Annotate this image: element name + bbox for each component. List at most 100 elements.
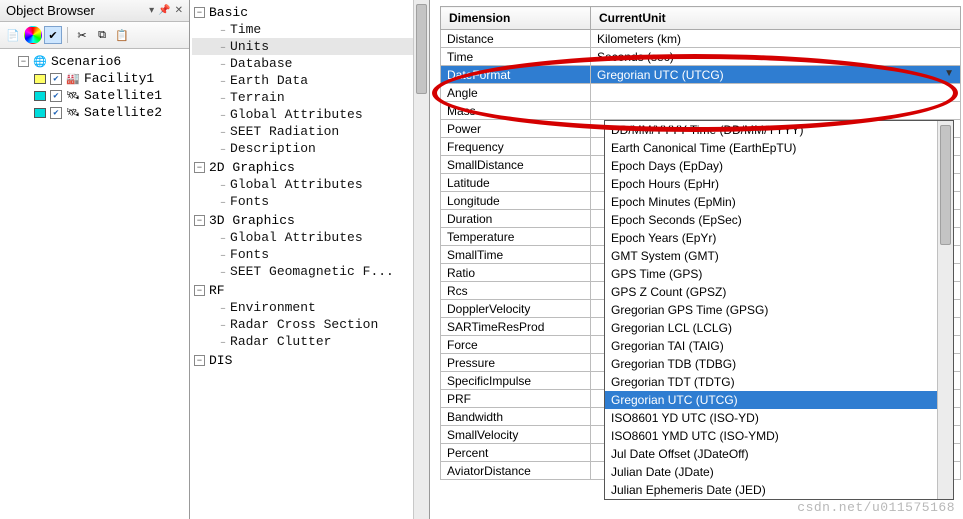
dropdown-option[interactable]: DD/MM/YYYY Time (DD/MM/YYYY) xyxy=(605,121,953,139)
close-icon[interactable]: ✕ xyxy=(175,5,183,16)
dimension-cell: Force xyxy=(441,336,591,354)
paste-icon[interactable]: 📋 xyxy=(113,26,131,44)
dropdown-option[interactable]: Julian LCL (LCLJ) xyxy=(605,499,953,500)
dimension-cell: DateFormat xyxy=(441,66,591,84)
dimension-cell: Distance xyxy=(441,30,591,48)
property-item[interactable]: –Fonts xyxy=(192,246,427,263)
property-group-label: Basic xyxy=(209,5,248,20)
copy-icon[interactable]: ⧉ xyxy=(93,26,111,44)
dropdown-scrollbar[interactable] xyxy=(937,121,953,499)
dropdown-option[interactable]: Epoch Hours (EpHr) xyxy=(605,175,953,193)
color-icon[interactable] xyxy=(24,26,42,44)
tree-item-label: Facility1 xyxy=(84,71,154,86)
unit-cell[interactable]: Kilometers (km) xyxy=(591,30,961,48)
expander-icon[interactable]: − xyxy=(194,215,205,226)
pin-icon[interactable]: 📌 xyxy=(158,5,170,16)
property-item[interactable]: –SEET Geomagnetic F... xyxy=(192,263,427,280)
property-item[interactable]: –Global Attributes xyxy=(192,106,427,123)
dateformat-dropdown[interactable]: DD/MM/YYYY Time (DD/MM/YYYY)Earth Canoni… xyxy=(604,120,954,500)
table-row[interactable]: DateFormatGregorian UTC (UTCG)▼ xyxy=(441,66,961,84)
dimension-cell: DopplerVelocity xyxy=(441,300,591,318)
dropdown-option[interactable]: ISO8601 YMD UTC (ISO-YMD) xyxy=(605,427,953,445)
property-item[interactable]: –Global Attributes xyxy=(192,176,427,193)
expander-icon[interactable]: − xyxy=(194,162,205,173)
property-group-header[interactable]: −3D Graphics xyxy=(192,212,427,229)
dropdown-option[interactable]: Gregorian TDB (TDBG) xyxy=(605,355,953,373)
dropdown-option[interactable]: Julian Ephemeris Date (JED) xyxy=(605,481,953,499)
property-item[interactable]: –Earth Data xyxy=(192,72,427,89)
tree-item-label: Satellite2 xyxy=(84,105,162,120)
panel-title: Object Browser xyxy=(6,3,95,18)
color-swatch xyxy=(34,91,46,101)
property-group-header[interactable]: −DIS xyxy=(192,352,427,369)
property-item[interactable]: –Global Attributes xyxy=(192,229,427,246)
unit-cell[interactable]: Gregorian UTC (UTCG)▼ xyxy=(591,66,961,84)
column-header-currentunit[interactable]: CurrentUnit xyxy=(591,7,961,30)
dropdown-option[interactable]: ISO8601 YD UTC (ISO-YD) xyxy=(605,409,953,427)
property-item[interactable]: –Radar Clutter xyxy=(192,333,427,350)
property-item[interactable]: –Description xyxy=(192,140,427,157)
cut-icon[interactable]: ✂ xyxy=(73,26,91,44)
dropdown-option[interactable]: Gregorian TAI (TAIG) xyxy=(605,337,953,355)
property-item[interactable]: –Database xyxy=(192,55,427,72)
dropdown-option[interactable]: Gregorian UTC (UTCG) xyxy=(605,391,953,409)
dimension-cell: Percent xyxy=(441,444,591,462)
property-group-header[interactable]: −2D Graphics xyxy=(192,159,427,176)
property-item[interactable]: –Fonts xyxy=(192,193,427,210)
property-item[interactable]: –Environment xyxy=(192,299,427,316)
object-icon: 🏭 xyxy=(66,72,80,86)
dropdown-option[interactable]: Epoch Days (EpDay) xyxy=(605,157,953,175)
property-group-header[interactable]: −RF xyxy=(192,282,427,299)
tree-item[interactable]: ✔ 🛰 Satellite2 xyxy=(2,104,187,121)
check-icon[interactable]: ✔ xyxy=(44,26,62,44)
panel-header: Object Browser ▾ 📌 ✕ xyxy=(0,0,189,22)
dropdown-option[interactable]: Gregorian TDT (TDTG) xyxy=(605,373,953,391)
column-header-dimension[interactable]: Dimension xyxy=(441,7,591,30)
expander-icon[interactable]: − xyxy=(194,7,205,18)
watermark: csdn.net/u011575168 xyxy=(797,500,955,515)
dropdown-option[interactable]: GMT System (GMT) xyxy=(605,247,953,265)
property-item[interactable]: –Time xyxy=(192,21,427,38)
dropdown-option[interactable]: GPS Time (GPS) xyxy=(605,265,953,283)
tree-item[interactable]: ✔ 🛰 Satellite1 xyxy=(2,87,187,104)
checkbox[interactable]: ✔ xyxy=(50,73,62,85)
dimension-cell: SpecificImpulse xyxy=(441,372,591,390)
unit-cell[interactable]: Seconds (sec) xyxy=(591,48,961,66)
dropdown-option[interactable]: Gregorian LCL (LCLG) xyxy=(605,319,953,337)
new-icon[interactable]: 📄 xyxy=(4,26,22,44)
unit-cell[interactable] xyxy=(591,102,961,120)
table-row[interactable]: Angle xyxy=(441,84,961,102)
color-swatch xyxy=(34,108,46,118)
dimension-cell: Mass xyxy=(441,102,591,120)
dropdown-icon[interactable]: ▾ xyxy=(149,5,154,16)
property-group-header[interactable]: −Basic xyxy=(192,4,427,21)
checkbox[interactable]: ✔ xyxy=(50,90,62,102)
dropdown-option[interactable]: Epoch Seconds (EpSec) xyxy=(605,211,953,229)
dropdown-option[interactable]: Epoch Minutes (EpMin) xyxy=(605,193,953,211)
tree-item[interactable]: ✔ 🏭 Facility1 xyxy=(2,70,187,87)
dropdown-option[interactable]: Epoch Years (EpYr) xyxy=(605,229,953,247)
table-row[interactable]: DistanceKilometers (km) xyxy=(441,30,961,48)
expander-icon[interactable]: − xyxy=(194,285,205,296)
chevron-down-icon[interactable]: ▼ xyxy=(944,68,954,79)
object-tree: − 🌐 Scenario6 ✔ 🏭 Facility1 ✔ 🛰 Satellit… xyxy=(0,49,189,519)
dropdown-option[interactable]: Julian Date (JDate) xyxy=(605,463,953,481)
property-item[interactable]: –Radar Cross Section xyxy=(192,316,427,333)
expander-icon[interactable]: − xyxy=(194,355,205,366)
dropdown-option[interactable]: Jul Date Offset (JDateOff) xyxy=(605,445,953,463)
checkbox[interactable]: ✔ xyxy=(50,107,62,119)
table-row[interactable]: TimeSeconds (sec) xyxy=(441,48,961,66)
unit-cell[interactable] xyxy=(591,84,961,102)
table-row[interactable]: Mass xyxy=(441,102,961,120)
dropdown-option[interactable]: Earth Canonical Time (EarthEpTU) xyxy=(605,139,953,157)
scrollbar[interactable] xyxy=(413,0,429,519)
expander-icon[interactable]: − xyxy=(18,56,29,67)
property-item[interactable]: –Terrain xyxy=(192,89,427,106)
object-browser-toolbar: 📄 ✔ ✂ ⧉ 📋 xyxy=(0,22,189,49)
property-item[interactable]: –Units xyxy=(192,38,427,55)
dropdown-option[interactable]: GPS Z Count (GPSZ) xyxy=(605,283,953,301)
dimension-cell: Rcs xyxy=(441,282,591,300)
property-item[interactable]: –SEET Radiation xyxy=(192,123,427,140)
tree-root[interactable]: − 🌐 Scenario6 xyxy=(2,53,187,70)
dropdown-option[interactable]: Gregorian GPS Time (GPSG) xyxy=(605,301,953,319)
